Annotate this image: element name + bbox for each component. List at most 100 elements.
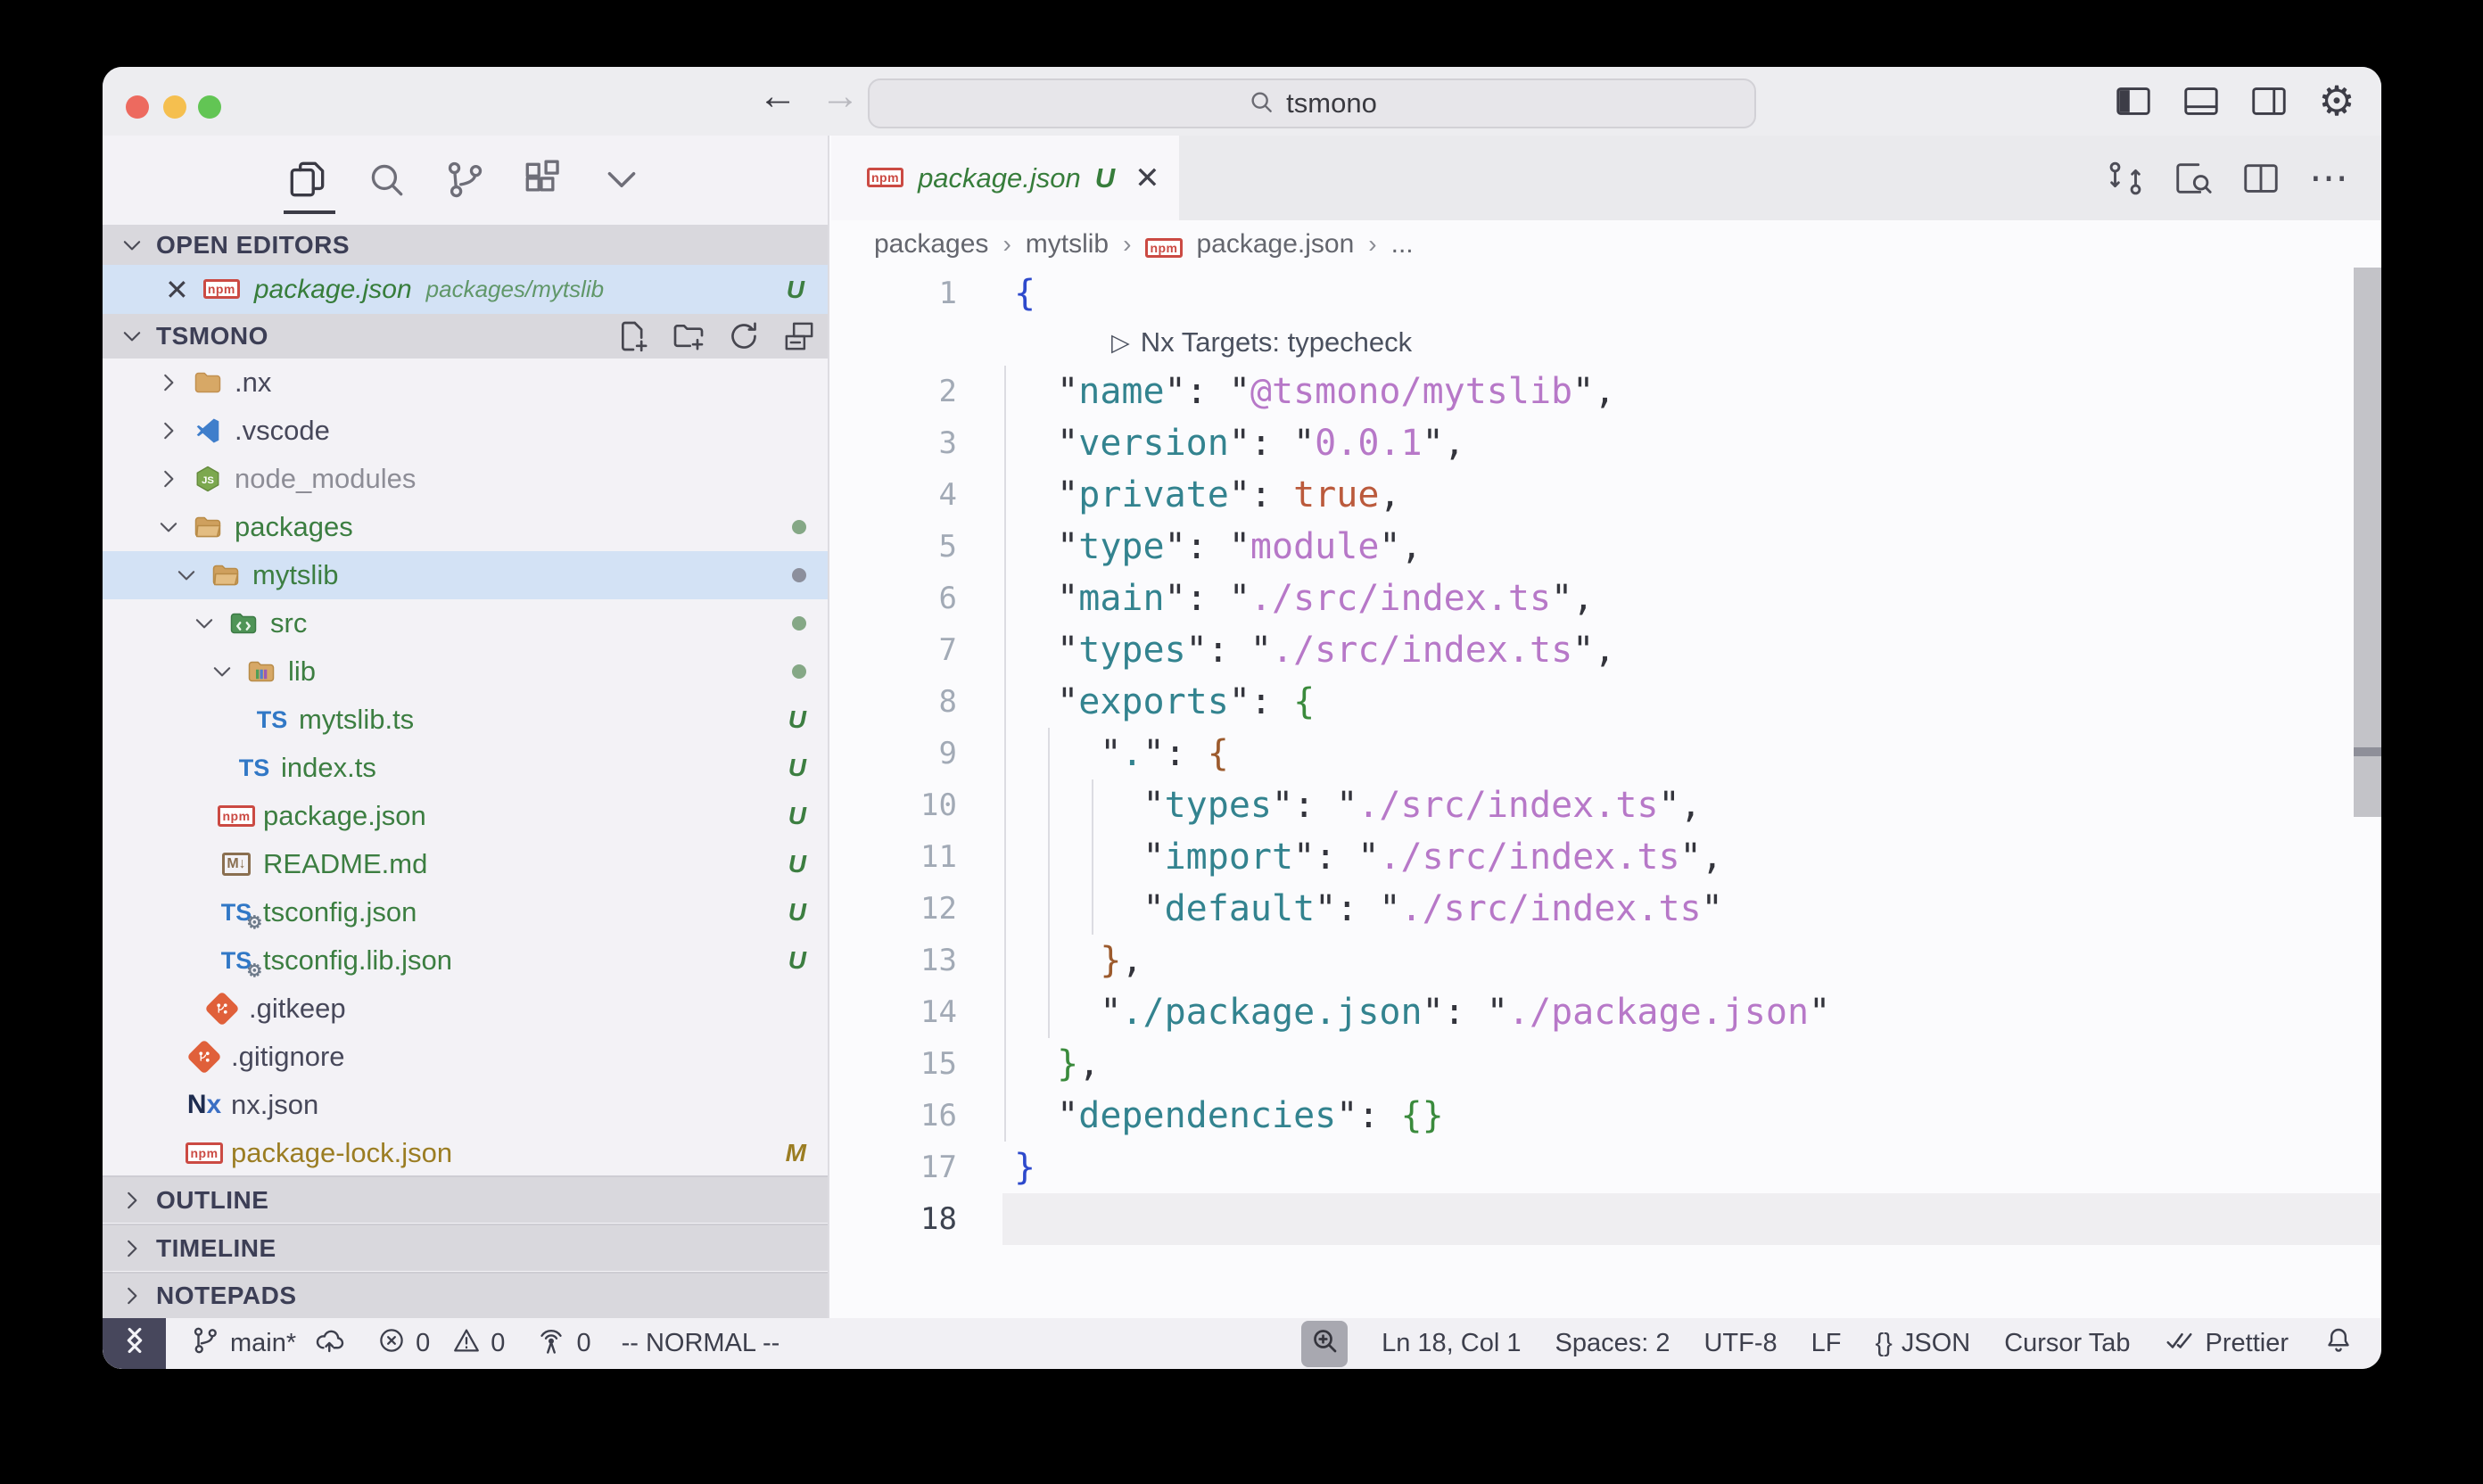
line-number[interactable]: 6 xyxy=(831,573,957,624)
sidebar-item-nx-json[interactable]: Nxnx.json xyxy=(103,1081,828,1129)
sidebar-item-mytslib-ts[interactable]: TSmytslib.tsU xyxy=(103,696,828,744)
encoding-item[interactable]: UTF-8 xyxy=(1703,1329,1777,1358)
codelens-nx-targets[interactable]: ▷Nx Targets: typecheck xyxy=(831,319,2381,366)
traffic-zoom-button[interactable] xyxy=(198,95,221,119)
line-number[interactable]: 1 xyxy=(831,268,957,319)
code-line-11[interactable]: 11 "import": "./src/index.ts", xyxy=(831,831,2381,883)
line-number[interactable]: 11 xyxy=(831,831,957,883)
git-branch-item[interactable]: main* xyxy=(189,1324,346,1364)
line-number[interactable]: 16 xyxy=(831,1090,957,1142)
outline-section-header[interactable]: OUTLINE xyxy=(103,1175,828,1223)
activity-explorer-icon[interactable] xyxy=(285,157,330,202)
sidebar-item-package-json[interactable]: npmpackage.jsonU xyxy=(103,792,828,840)
sidebar-item-src[interactable]: src xyxy=(103,599,828,647)
refresh-icon[interactable] xyxy=(726,318,762,354)
new-folder-icon[interactable] xyxy=(671,318,706,354)
command-center-search[interactable]: tsmono xyxy=(868,78,1756,128)
line-number[interactable]: 18 xyxy=(831,1193,957,1245)
language-mode-item[interactable]: {} JSON xyxy=(1875,1329,1970,1358)
line-number[interactable]: 13 xyxy=(831,935,957,986)
eol-item[interactable]: LF xyxy=(1811,1329,1842,1358)
activity-source-control-icon[interactable] xyxy=(442,157,487,202)
problems-item[interactable]: 0 0 xyxy=(376,1325,505,1363)
sidebar-item--gitignore[interactable]: .gitignore xyxy=(103,1033,828,1081)
code-line-14[interactable]: 14 "./package.json": "./package.json" xyxy=(831,986,2381,1038)
sidebar-item-mytslib[interactable]: mytslib xyxy=(103,551,828,599)
code-line-8[interactable]: 8 "exports": { xyxy=(831,676,2381,728)
code-line-6[interactable]: 6 "main": "./src/index.ts", xyxy=(831,573,2381,624)
line-number[interactable]: 5 xyxy=(831,521,957,573)
code-line-12[interactable]: 12 "default": "./src/index.ts" xyxy=(831,883,2381,935)
compare-changes-icon[interactable] xyxy=(2105,158,2146,199)
notepads-section-header[interactable]: NOTEPADS xyxy=(103,1272,828,1318)
open-editor-item[interactable]: ✕ npm package.json packages/mytslib U xyxy=(103,265,828,314)
sidebar-item-package-lock-json[interactable]: npmpackage-lock.jsonM xyxy=(103,1129,828,1177)
activity-more-icon[interactable] xyxy=(599,157,644,202)
line-number[interactable]: 17 xyxy=(831,1142,957,1193)
line-number[interactable]: 8 xyxy=(831,676,957,728)
line-number[interactable]: 4 xyxy=(831,469,957,521)
indentation-item[interactable]: Spaces: 2 xyxy=(1555,1329,1670,1358)
code-area[interactable]: 1{▷Nx Targets: typecheck2 "name": "@tsmo… xyxy=(831,268,2381,1318)
breadcrumb-item[interactable]: package.json xyxy=(1197,229,1355,260)
traffic-minimize-button[interactable] xyxy=(163,95,186,119)
split-editor-icon[interactable] xyxy=(2240,158,2281,199)
panel-left-icon[interactable] xyxy=(2112,79,2155,122)
cursor-tab-item[interactable]: Cursor Tab xyxy=(2004,1329,2130,1358)
timeline-section-header[interactable]: TIMELINE xyxy=(103,1224,828,1271)
close-icon[interactable]: ✕ xyxy=(1134,161,1160,196)
line-number[interactable]: 10 xyxy=(831,779,957,831)
line-number[interactable]: 9 xyxy=(831,728,957,779)
code-line-17[interactable]: 17} xyxy=(831,1142,2381,1193)
code-line-10[interactable]: 10 "types": "./src/index.ts", xyxy=(831,779,2381,831)
more-actions-icon[interactable]: ⋯ xyxy=(2308,158,2349,199)
line-number[interactable]: 15 xyxy=(831,1038,957,1090)
traffic-close-button[interactable] xyxy=(126,95,149,119)
code-line-4[interactable]: 4 "private": true, xyxy=(831,469,2381,521)
cursor-position-item[interactable]: Ln 18, Col 1 xyxy=(1382,1329,1521,1358)
sidebar-item-tsconfig-lib-json[interactable]: TS⚙tsconfig.lib.jsonU xyxy=(103,936,828,985)
line-number[interactable]: 3 xyxy=(831,417,957,469)
breadcrumb-item[interactable]: ... xyxy=(1391,229,1414,260)
sidebar-item-lib[interactable]: lib xyxy=(103,647,828,696)
breadcrumb-item[interactable]: packages xyxy=(874,229,988,260)
code-line-7[interactable]: 7 "types": "./src/index.ts", xyxy=(831,624,2381,676)
line-number[interactable]: 14 xyxy=(831,986,957,1038)
breadcrumb-item[interactable]: mytslib xyxy=(1026,229,1109,260)
panel-bottom-icon[interactable] xyxy=(2180,79,2223,122)
code-line-5[interactable]: 5 "type": "module", xyxy=(831,521,2381,573)
nav-forward-button[interactable]: → xyxy=(821,74,860,119)
line-number[interactable]: 2 xyxy=(831,366,957,417)
code-line-18[interactable]: 18 xyxy=(831,1193,2381,1245)
sidebar-item-packages[interactable]: packages xyxy=(103,503,828,551)
sidebar-item-tsconfig-json[interactable]: TS⚙tsconfig.jsonU xyxy=(103,888,828,936)
code-line-2[interactable]: 2 "name": "@tsmono/mytslib", xyxy=(831,366,2381,417)
sidebar-item--vscode[interactable]: .vscode xyxy=(103,407,828,455)
nav-back-button[interactable]: ← xyxy=(758,74,797,119)
sidebar-item-readme-md[interactable]: M↓README.mdU xyxy=(103,840,828,888)
collapse-all-icon[interactable] xyxy=(781,318,817,354)
remote-indicator[interactable] xyxy=(103,1318,166,1369)
code-line-16[interactable]: 16 "dependencies": {} xyxy=(831,1090,2381,1142)
tab-package-json[interactable]: npm package.json U ✕ xyxy=(831,136,1179,220)
line-number[interactable]: 12 xyxy=(831,883,957,935)
code-line-9[interactable]: 9 ".": { xyxy=(831,728,2381,779)
new-file-icon[interactable] xyxy=(615,318,651,354)
settings-gear-icon[interactable]: ⚙ xyxy=(2315,79,2358,122)
sidebar-item-index-ts[interactable]: TSindex.tsU xyxy=(103,744,828,792)
activity-extensions-icon[interactable] xyxy=(521,157,565,202)
explorer-section-header[interactable]: TSMONO xyxy=(103,314,828,359)
open-preview-icon[interactable] xyxy=(2173,158,2214,199)
open-editors-header[interactable]: OPEN EDITORS xyxy=(103,225,828,265)
code-line-1[interactable]: 1{ xyxy=(831,268,2381,319)
screencast-zoom-button[interactable] xyxy=(1301,1321,1348,1367)
vim-mode-item[interactable]: -- NORMAL -- xyxy=(622,1329,780,1358)
code-line-15[interactable]: 15 }, xyxy=(831,1038,2381,1090)
sidebar-item--gitkeep[interactable]: .gitkeep xyxy=(103,985,828,1033)
formatter-item[interactable]: Prettier xyxy=(2165,1324,2289,1364)
code-line-13[interactable]: 13 }, xyxy=(831,935,2381,986)
activity-search-icon[interactable] xyxy=(364,157,408,202)
close-icon[interactable]: ✕ xyxy=(165,273,189,307)
line-number[interactable]: 7 xyxy=(831,624,957,676)
sidebar-item-node-modules[interactable]: JSnode_modules xyxy=(103,455,828,503)
